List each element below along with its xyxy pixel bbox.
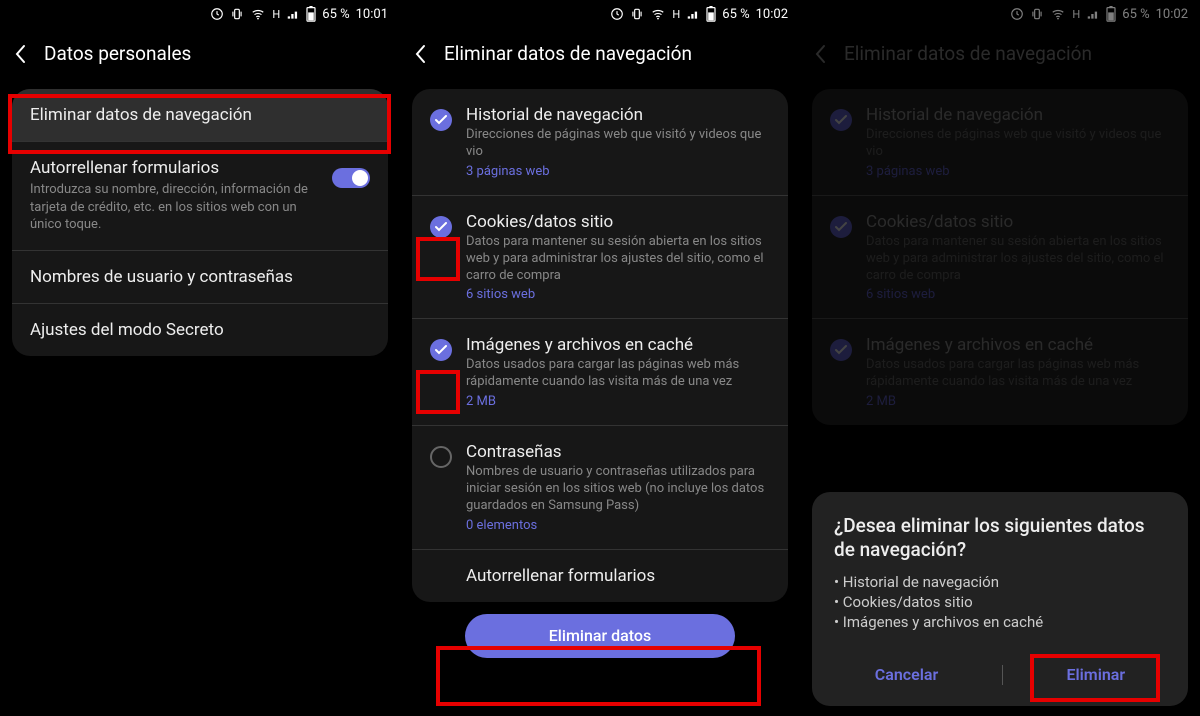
signal-icon (286, 7, 300, 21)
clear-data-card: Historial de navegación Direcciones de p… (412, 89, 788, 602)
status-bar: H 65 % 10:01 (0, 0, 400, 28)
row-cached-images[interactable]: Imágenes y archivos en caché Datos usado… (412, 319, 788, 426)
screen-personal-data: H 65 % 10:01 Datos personales Eliminar d… (0, 0, 400, 716)
autofill-toggle[interactable] (332, 168, 370, 188)
screen-clear-data: H 65 % 10:02 Eliminar datos de navegació… (400, 0, 800, 716)
page-title: Datos personales (44, 42, 191, 65)
cancel-button[interactable]: Cancelar (857, 657, 956, 692)
alarm-icon (210, 7, 224, 21)
row-clear-browsing-data[interactable]: Eliminar datos de navegación (12, 89, 388, 142)
back-button[interactable] (414, 44, 426, 64)
checkbox-history[interactable] (430, 109, 452, 131)
confirm-dialog: ¿Desea eliminar los siguientes datos de … (812, 492, 1188, 706)
header: Datos personales (0, 28, 400, 79)
dialog-title: ¿Desea eliminar los siguientes datos de … (834, 514, 1166, 563)
clock-label: 10:02 (756, 7, 788, 22)
dialog-actions: Cancelar Eliminar (834, 657, 1166, 692)
delete-data-button[interactable]: Eliminar datos (465, 614, 735, 658)
row-cookies[interactable]: Cookies/datos sitio Datos para mantener … (412, 196, 788, 320)
dialog-items: • Historial de navegación • Cookies/dato… (834, 573, 1166, 631)
checkbox-cache[interactable] (430, 339, 452, 361)
alarm-icon (610, 7, 624, 21)
settings-card: Eliminar datos de navegación Autorrellen… (12, 89, 388, 356)
checkbox-passwords[interactable] (430, 446, 452, 468)
row-passwords[interactable]: Contraseñas Nombres de usuario y contras… (412, 426, 788, 550)
signal-icon (686, 7, 700, 21)
row-usernames-passwords[interactable]: Nombres de usuario y contraseñas (12, 251, 388, 304)
row-autofill-forms[interactable]: Autorrellenar formularios (412, 550, 788, 602)
wifi-icon (650, 7, 666, 21)
clock-label: 10:01 (356, 7, 388, 22)
back-button[interactable] (14, 44, 26, 64)
status-bar: H 65 % 10:02 (400, 0, 800, 28)
vibrate-icon (230, 7, 244, 21)
page-title: Eliminar datos de navegación (444, 42, 692, 65)
row-secret-mode[interactable]: Ajustes del modo Secreto (12, 304, 388, 356)
battery-icon (306, 6, 316, 22)
row-browsing-history[interactable]: Historial de navegación Direcciones de p… (412, 89, 788, 196)
header: Eliminar datos de navegación (400, 28, 800, 79)
battery-label: 65 % (722, 7, 749, 22)
checkbox-cookies[interactable] (430, 216, 452, 238)
divider (1002, 665, 1003, 685)
network-label: H (672, 8, 680, 21)
battery-icon (706, 6, 716, 22)
row-autofill-forms[interactable]: Autorrellenar formularios Introduzca su … (12, 142, 388, 251)
vibrate-icon (630, 7, 644, 21)
wifi-icon (250, 7, 266, 21)
screen-confirm-dialog: H 65 % 10:02 Eliminar datos de navegació… (800, 0, 1200, 716)
network-label: H (272, 8, 280, 21)
battery-label: 65 % (322, 7, 349, 22)
confirm-button[interactable]: Eliminar (1048, 657, 1143, 692)
